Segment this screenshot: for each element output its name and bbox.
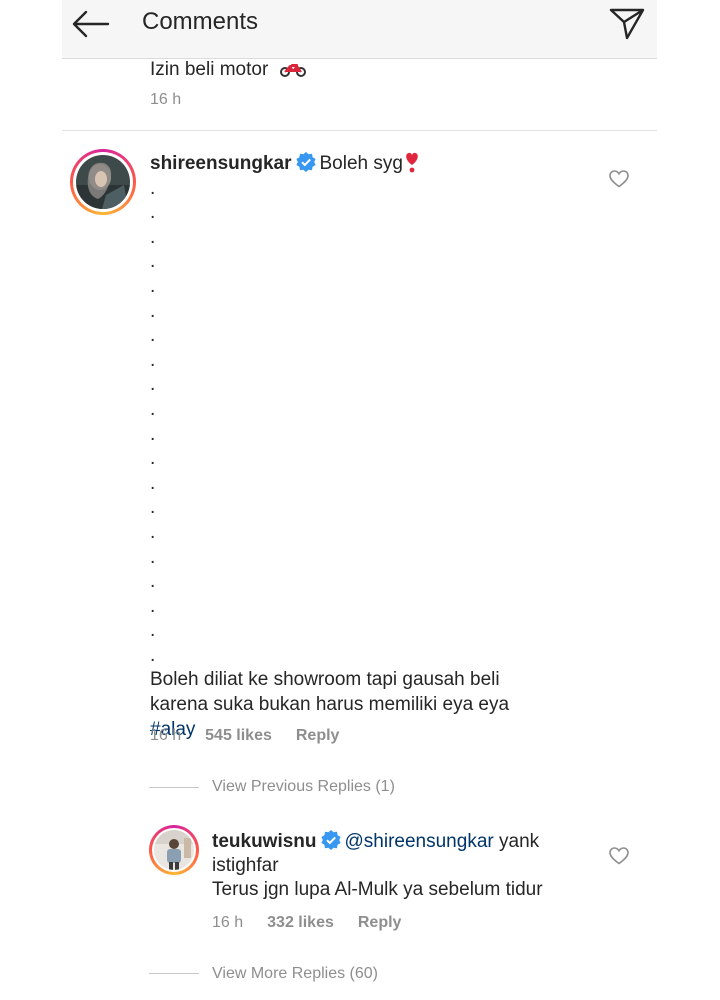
dot-line: .: [150, 595, 156, 617]
like-heart-icon[interactable]: [609, 847, 629, 865]
dot-line: .: [150, 226, 156, 248]
direct-message-icon[interactable]: [607, 4, 647, 42]
dot-line: .: [150, 423, 156, 445]
previous-comment-text: Izin beli motor: [150, 59, 306, 81]
timestamp: 16 h: [212, 914, 244, 931]
dot-line: .: [150, 275, 156, 297]
reply-button[interactable]: Reply: [296, 727, 340, 744]
dot-line: .: [150, 644, 156, 666]
back-arrow-icon[interactable]: [70, 8, 110, 40]
view-previous-replies-link[interactable]: View Previous Replies (1): [212, 778, 395, 796]
dot-line: .: [150, 448, 156, 470]
reply-text-line: Terus jgn lupa Al-Mulk ya sebelum tidur: [212, 879, 543, 900]
verified-badge-icon: [295, 152, 316, 172]
dot-line: .: [150, 251, 156, 273]
timestamp: 16 h: [150, 727, 182, 744]
timestamp: 16 h: [150, 91, 182, 108]
dot-line: .: [150, 620, 156, 642]
dot-line: .: [150, 571, 156, 593]
verified-badge-icon: [320, 830, 341, 850]
dot-line: .: [150, 546, 156, 568]
dots-list: . . . . . . . . . . . . . . . . . . . .: [150, 177, 590, 669]
likes-count[interactable]: 332 likes: [267, 914, 334, 931]
comment-meta: 16 h 545 likes Reply: [150, 727, 339, 745]
reply-text-line: istighfar: [212, 855, 279, 876]
dot-line: .: [150, 374, 156, 396]
reply-body: teukuwisnu @shireensungkar yank istighfar…: [212, 830, 592, 902]
like-heart-icon[interactable]: [609, 170, 629, 188]
heart-exclamation-icon: [406, 152, 418, 173]
comment-body-line: Boleh diliat ke showroom tapi gausah bel…: [150, 669, 500, 691]
divider: [149, 973, 199, 974]
profile-photo-icon: [76, 155, 130, 209]
page-title: Comments: [142, 8, 259, 35]
reply-button[interactable]: Reply: [358, 914, 402, 931]
avatar[interactable]: [149, 825, 199, 875]
view-more-replies-link[interactable]: View More Replies (60): [212, 965, 378, 983]
reply-first-line: teukuwisnu @shireensungkar yank: [212, 830, 592, 854]
comment-first-text: Boleh syg: [319, 153, 403, 174]
dot-line: .: [150, 325, 156, 347]
dot-line: .: [150, 398, 156, 420]
top-bar: Comments: [62, 0, 657, 59]
dot-line: .: [150, 202, 156, 224]
motorcycle-icon: [279, 64, 306, 77]
divider: [149, 787, 199, 788]
reply-text: yank: [493, 831, 540, 852]
avatar[interactable]: [70, 149, 136, 215]
mention-link[interactable]: @shireensungkar: [345, 831, 494, 852]
dot-line: .: [150, 521, 156, 543]
comment-first-line: shireensungkar Boleh syg: [150, 150, 590, 177]
comment-body-line: karena suka bukan harus memiliki eya eya: [150, 694, 510, 716]
comment-username[interactable]: shireensungkar: [150, 153, 292, 174]
reply-meta: 16 h 332 likes Reply: [212, 914, 401, 932]
profile-photo-icon: [154, 830, 194, 870]
comment-body: shireensungkar Boleh syg . . . . . . . . …: [150, 150, 590, 742]
divider: [62, 130, 657, 131]
reply-username[interactable]: teukuwisnu: [212, 831, 317, 852]
dot-line: .: [150, 472, 156, 494]
dot-line: .: [150, 177, 156, 199]
dot-line: .: [150, 497, 156, 519]
likes-count[interactable]: 545 likes: [205, 727, 272, 744]
dot-line: .: [150, 300, 156, 322]
dot-line: .: [150, 349, 156, 371]
